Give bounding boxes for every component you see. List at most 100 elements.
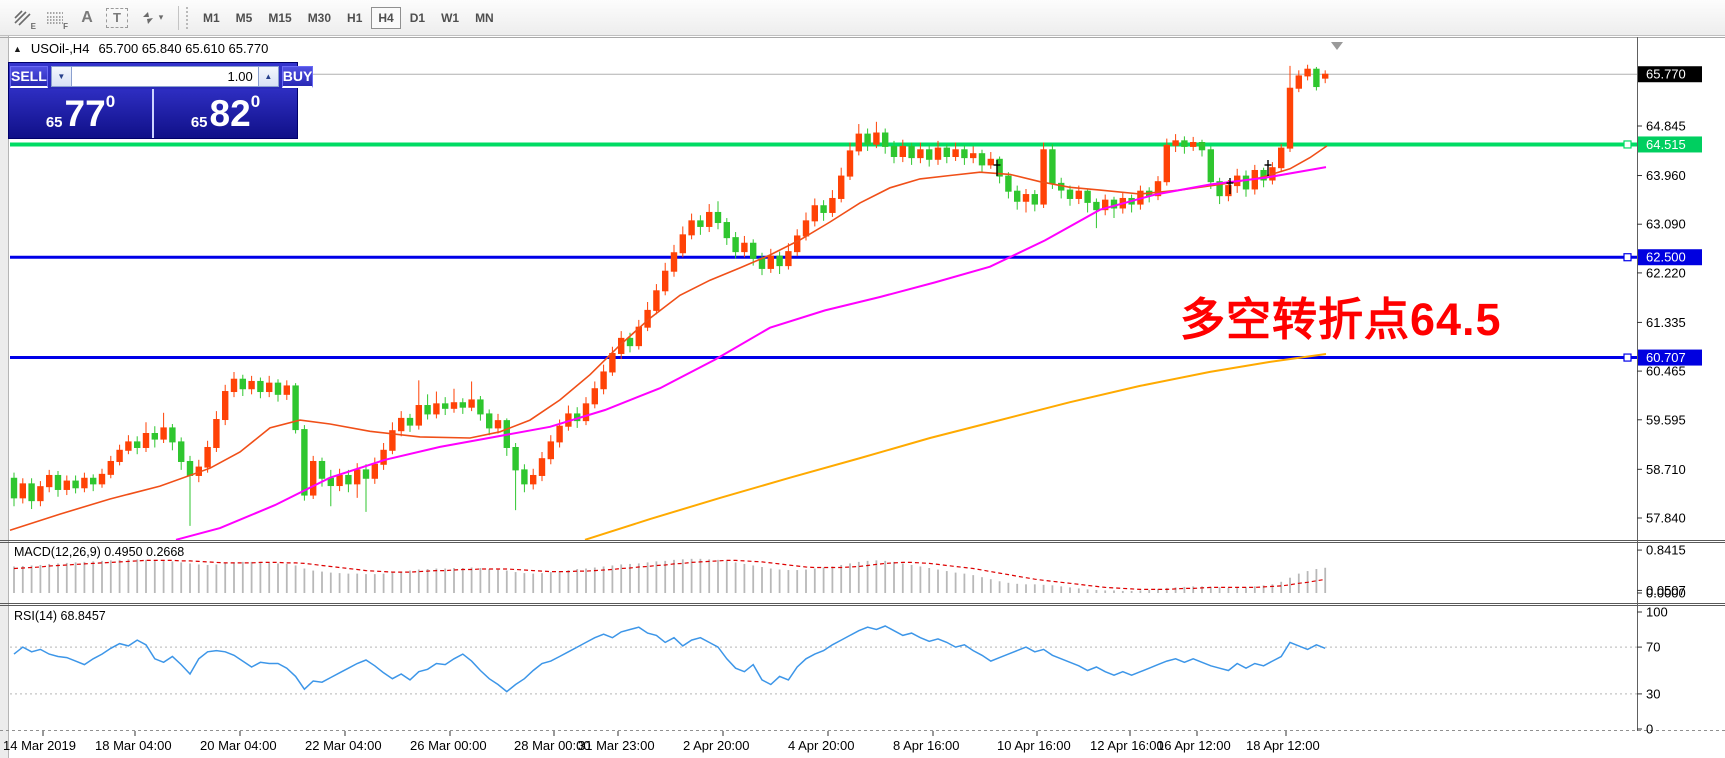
candle-body [918, 150, 923, 158]
candle-body [91, 478, 96, 484]
candle-body [187, 461, 192, 475]
fibonacci-lines-icon[interactable]: F [42, 6, 68, 30]
rsi-tick-label: 70 [1646, 640, 1660, 655]
price-tick-label: 63.090 [1646, 217, 1686, 232]
symbol-period-label: USOil-,H4 [31, 41, 90, 56]
candle-body [1314, 69, 1319, 86]
timeframe-button-H4[interactable]: H4 [371, 7, 400, 29]
toolbar-separator [178, 6, 179, 30]
sell-button[interactable]: SELL [10, 66, 48, 88]
candle-body [11, 478, 16, 498]
macd-tick-label: 0.0000 [1646, 586, 1686, 601]
price-badge-label: 62.500 [1646, 250, 1686, 265]
candle-body [469, 400, 474, 407]
candle-body [161, 428, 166, 439]
candle-body [434, 404, 439, 414]
candle-body [733, 238, 738, 252]
candle-body [680, 235, 685, 253]
time-label: 8 Apr 16:00 [893, 738, 960, 753]
timeframe-button-W1[interactable]: W1 [434, 7, 466, 29]
candle-body [539, 459, 544, 476]
line-handle[interactable] [1624, 141, 1631, 148]
candle-body [143, 434, 148, 448]
arrows-icon[interactable]: ▾ [134, 6, 168, 30]
line-handle[interactable] [1624, 254, 1631, 261]
buy-button[interactable]: BUY [282, 66, 314, 88]
buy-price[interactable]: 65 82 0 [153, 89, 297, 138]
line-handle[interactable] [1624, 354, 1631, 361]
candle-body [839, 176, 844, 198]
candle-body [627, 338, 632, 345]
candle-body [38, 487, 43, 501]
timeframe-button-M1[interactable]: M1 [196, 7, 227, 29]
candle-body [319, 461, 324, 478]
chart-shift-marker [1331, 42, 1343, 50]
candle-body [803, 221, 808, 236]
candle-body [1199, 143, 1204, 150]
candle-body [407, 418, 412, 425]
buy-price-sup: 0 [251, 92, 260, 112]
candle-body [548, 442, 553, 459]
volume-decrease-button[interactable]: ▼ [51, 66, 72, 87]
timeframe-button-D1[interactable]: D1 [403, 7, 432, 29]
timeframe-button-M30[interactable]: M30 [301, 7, 338, 29]
candle-body [425, 406, 430, 414]
chevron-down-icon: ▾ [159, 12, 164, 23]
ohlc-values: 65.700 65.840 65.610 65.770 [98, 41, 268, 56]
collapse-panel-icon[interactable]: ▲ [13, 44, 22, 54]
toolbar-grip [185, 6, 190, 30]
candle-body [1006, 176, 1011, 191]
volume-input[interactable] [72, 66, 258, 87]
timeframe-button-MN[interactable]: MN [468, 7, 501, 29]
candle-body [698, 221, 703, 227]
candle-body [900, 146, 905, 156]
candle-body [557, 426, 562, 442]
candle-body [663, 271, 668, 291]
candle-body [847, 151, 852, 176]
time-label: 18 Mar 04:00 [95, 738, 172, 753]
text-icon[interactable]: A [74, 6, 100, 30]
candle-body [64, 481, 69, 489]
candle-body [971, 154, 976, 158]
volume-increase-button[interactable]: ▲ [258, 66, 279, 87]
candle-body [311, 461, 316, 495]
candle-body [372, 464, 377, 478]
price-tick-label: 64.845 [1646, 119, 1686, 134]
chart-annotation[interactable]: 多空转折点64.5 [1180, 283, 1502, 348]
candle-body [874, 133, 879, 144]
candle-body [478, 400, 483, 414]
candle-body [715, 212, 720, 222]
price-badge-label: 65.770 [1646, 67, 1686, 82]
candle-body [29, 484, 34, 501]
time-label: 18 Apr 12:00 [1246, 738, 1320, 753]
price-badge-label: 60.707 [1646, 350, 1686, 365]
sell-price[interactable]: 65 77 0 [9, 89, 153, 138]
text-label-icon[interactable]: T [106, 8, 128, 28]
candle-body [117, 450, 122, 461]
candle-body [671, 253, 676, 271]
candle-body [962, 150, 967, 158]
timeframe-button-M15[interactable]: M15 [261, 7, 298, 29]
rsi-tick-label: 100 [1646, 605, 1668, 620]
candle-body [1296, 76, 1301, 88]
price-tick-label: 60.465 [1646, 364, 1686, 379]
candle-body [1182, 141, 1187, 147]
timeframe-button-group: M1M5M15M30H1H4D1W1MN [196, 7, 503, 29]
time-label: 31 Mar 23:00 [578, 738, 655, 753]
candle-body [927, 150, 932, 160]
candle-body [20, 484, 25, 498]
candle-body [1067, 190, 1072, 198]
timeframe-button-M5[interactable]: M5 [229, 7, 260, 29]
candle-body [487, 414, 492, 428]
timeframe-button-H1[interactable]: H1 [340, 7, 369, 29]
candle-body [821, 206, 826, 213]
candle-body [883, 133, 888, 146]
time-label: 12 Apr 16:00 [1090, 738, 1164, 753]
candle-body [724, 223, 729, 238]
chart-title: ▲ USOil-,H4 65.700 65.840 65.610 65.770 [13, 41, 268, 56]
candle-body [82, 478, 87, 488]
candle-body [258, 381, 263, 391]
equidistant-channel-icon[interactable]: E [10, 6, 36, 30]
candle-body [1076, 191, 1081, 198]
time-label: 2 Apr 20:00 [683, 738, 750, 753]
